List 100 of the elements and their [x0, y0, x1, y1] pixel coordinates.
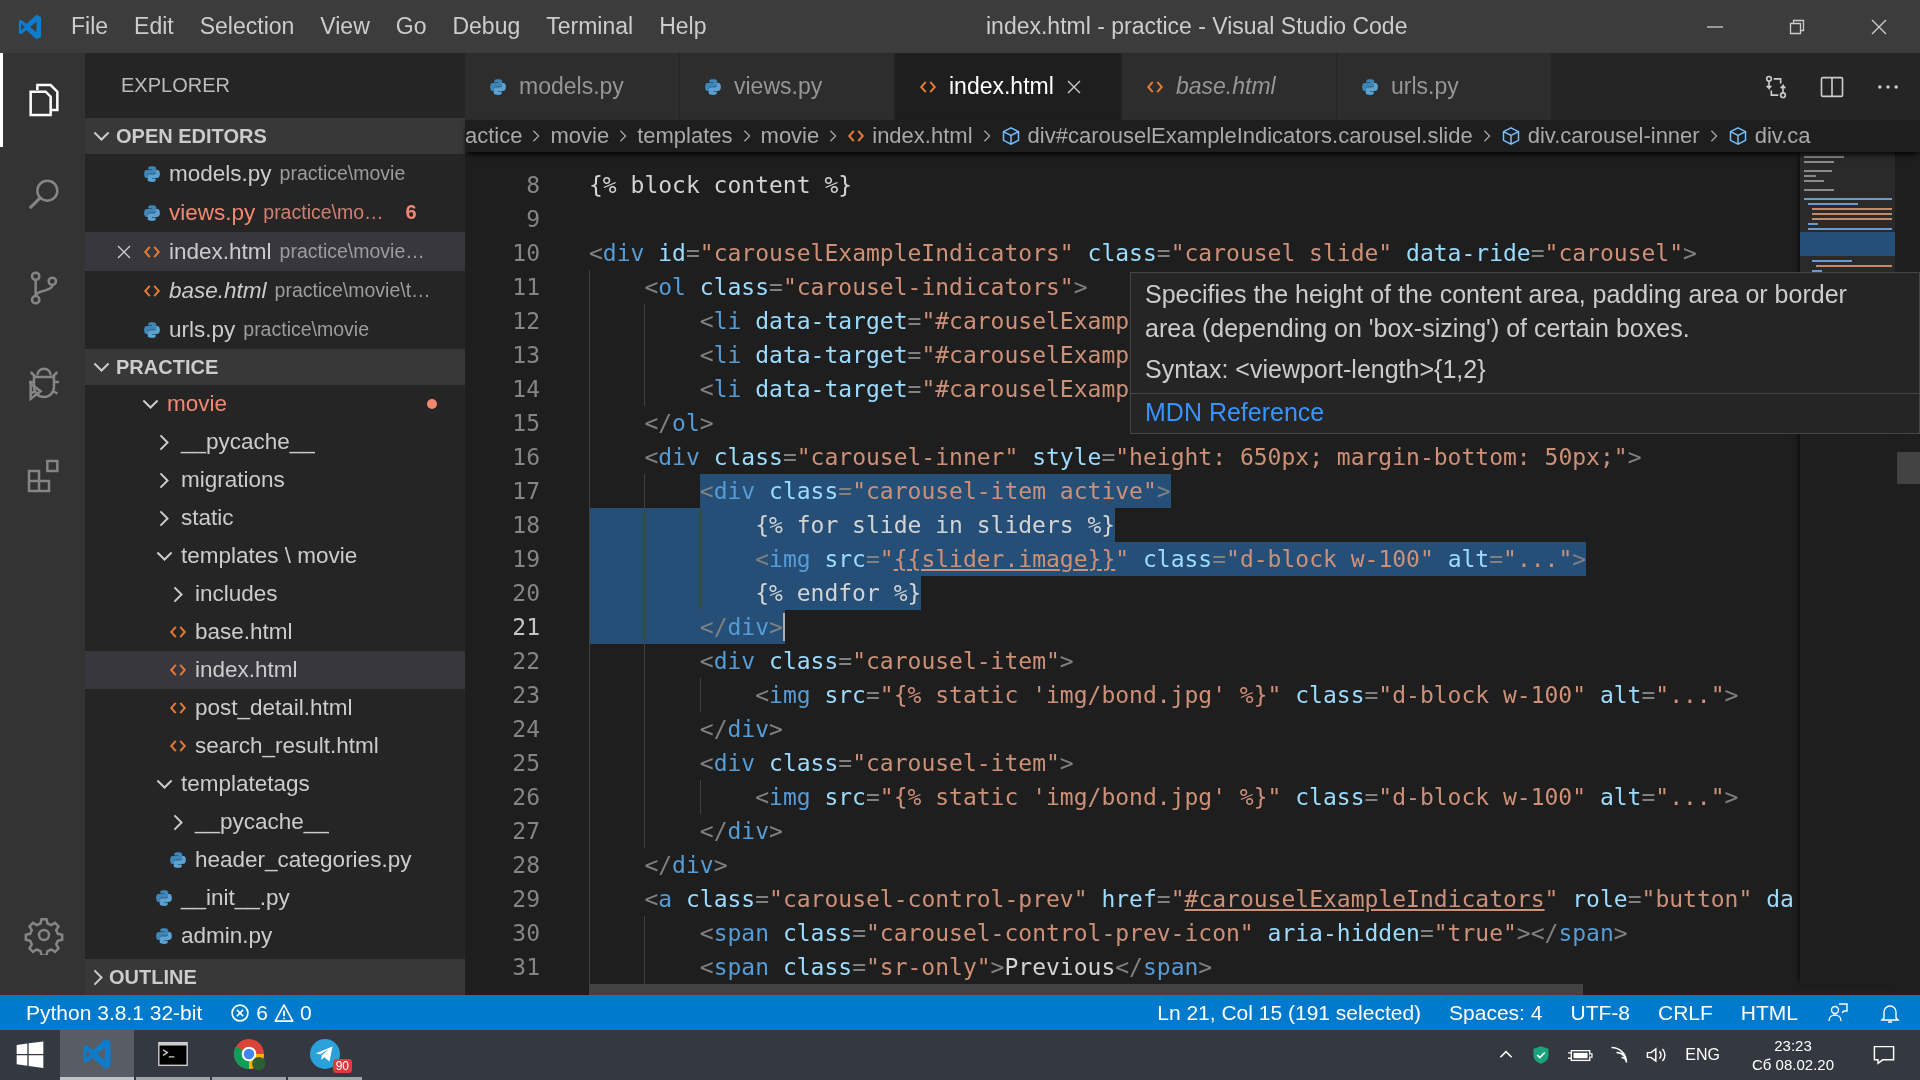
- file-path: practice\movie: [279, 162, 406, 185]
- shield-icon[interactable]: [1531, 1045, 1552, 1065]
- tree-item[interactable]: search_result.html: [85, 727, 465, 765]
- code-line: <li data-target="#carouselExamp: [699, 341, 1130, 370]
- tree-item[interactable]: __pycache__: [85, 803, 465, 841]
- line-number: 18: [511, 512, 540, 538]
- line-number: 27: [511, 818, 540, 844]
- breadcrumb-item[interactable]: div.carousel-inner: [1527, 123, 1700, 149]
- indentation-setting[interactable]: Spaces: 4: [1449, 1000, 1543, 1025]
- breadcrumb-item[interactable]: templates: [637, 123, 733, 149]
- encoding-setting[interactable]: UTF-8: [1570, 1000, 1630, 1025]
- code-line: </div>: [644, 851, 728, 880]
- file-path: practice\movie…: [279, 240, 425, 263]
- problem-dot: [427, 399, 437, 409]
- menu-item[interactable]: View: [307, 13, 383, 40]
- breadcrumb-item[interactable]: movie: [550, 123, 610, 149]
- code-line: </div>: [699, 817, 783, 846]
- close-icon[interactable]: [1065, 78, 1082, 95]
- line-number: 8: [525, 172, 540, 198]
- editor-tab[interactable]: index.html: [895, 53, 1122, 120]
- mdn-reference-link[interactable]: MDN Reference: [1145, 398, 1325, 426]
- line-number: 11: [511, 274, 540, 300]
- open-editor-item[interactable]: index.html practice\movie…: [85, 232, 465, 271]
- breadcrumb-item[interactable]: div#carouselExampleIndicators.carousel.slide: [1027, 123, 1473, 149]
- problems-indicator[interactable]: 6 0: [230, 1000, 312, 1025]
- breadcrumb-item[interactable]: index.html: [872, 123, 973, 149]
- section-header[interactable]: PRACTICE: [85, 349, 465, 385]
- menu-item[interactable]: Help: [646, 13, 720, 40]
- taskbar-app-button[interactable]: 90: [288, 1030, 362, 1080]
- close-icon[interactable]: [116, 243, 132, 260]
- cursor-position[interactable]: Ln 21, Col 15 (191 selected): [1157, 1000, 1422, 1025]
- python-interpreter[interactable]: Python 3.8.1 32-bit: [26, 1000, 203, 1025]
- line-number: 20: [511, 580, 540, 606]
- tree-item[interactable]: migrations: [85, 461, 465, 499]
- line-number: 23: [511, 682, 540, 708]
- code-line: <span class="sr-only">Previous</span>: [699, 953, 1213, 982]
- cube-icon: [1500, 126, 1521, 146]
- vscode-logo-icon: [16, 12, 44, 41]
- line-number: 17: [511, 478, 540, 504]
- scrollbar-thumb[interactable]: [1897, 452, 1920, 484]
- file-name: __init__.py: [181, 885, 290, 911]
- open-editor-item[interactable]: base.html practice\movie\t…: [85, 271, 465, 310]
- cube-icon: [1727, 126, 1748, 146]
- notifications-icon[interactable]: [1872, 1043, 1896, 1067]
- open-editor-item[interactable]: views.py practice\mo… 6: [85, 193, 465, 232]
- wifi-icon[interactable]: [1609, 1045, 1630, 1065]
- settings-icon: [24, 915, 64, 955]
- open-editor-item[interactable]: urls.py practice\movie: [85, 310, 465, 349]
- editor-tab[interactable]: urls.py: [1337, 53, 1552, 120]
- section-header[interactable]: OPEN EDITORS: [85, 118, 465, 154]
- file-name: base.html: [169, 277, 267, 304]
- tree-item[interactable]: movie: [85, 385, 465, 423]
- open-editor-item[interactable]: models.py practice\movie: [85, 154, 465, 193]
- tree-item[interactable]: header_categories.py: [85, 841, 465, 879]
- code-line: <li data-target="#carouselExamp: [699, 307, 1130, 336]
- file-name: templatetags: [181, 771, 310, 797]
- tree-item[interactable]: includes: [85, 575, 465, 613]
- windows-start-icon[interactable]: [14, 1039, 46, 1071]
- code-line: </div>: [699, 715, 783, 744]
- section-header[interactable]: OUTLINE: [85, 959, 465, 995]
- file-path: practice\movie\t…: [274, 279, 431, 302]
- menu-item[interactable]: File: [58, 13, 122, 40]
- menu-item[interactable]: Selection: [186, 13, 308, 40]
- editor-tab[interactable]: models.py: [465, 53, 680, 120]
- line-number: 21: [511, 614, 540, 640]
- line-number: 16: [511, 444, 540, 470]
- file-name: header_categories.py: [195, 847, 412, 873]
- tree-item[interactable]: index.html: [85, 651, 465, 689]
- menu-item[interactable]: Debug: [439, 13, 534, 40]
- line-ending-setting[interactable]: CRLF: [1658, 1000, 1713, 1025]
- tree-item[interactable]: post_detail.html: [85, 689, 465, 727]
- tree-item[interactable]: base.html: [85, 613, 465, 651]
- code-line: <span class="carousel-control-prev-icon" aria-hidden="true"></span>: [699, 919, 1628, 948]
- hover-syntax: Syntax: <viewport-length>{1,2}: [1145, 354, 1487, 385]
- menu-item[interactable]: Terminal: [533, 13, 647, 40]
- python-file-icon: [704, 77, 722, 96]
- input-language[interactable]: ENG: [1685, 1046, 1720, 1064]
- line-number: 28: [511, 852, 540, 878]
- menu-item[interactable]: Go: [382, 13, 440, 40]
- code-line: {% block content %}: [589, 171, 853, 200]
- tree-item[interactable]: admin.py: [85, 917, 465, 955]
- code-line: <li data-target="#carouselExamp: [699, 375, 1130, 404]
- language-mode[interactable]: HTML: [1740, 1000, 1798, 1025]
- breadcrumb-item[interactable]: actice: [465, 123, 523, 149]
- line-number: 31: [511, 954, 540, 980]
- tree-item[interactable]: templates \ movie: [85, 537, 465, 575]
- python-file-icon: [1361, 77, 1379, 96]
- tree-item[interactable]: static: [85, 499, 465, 537]
- breadcrumb-item[interactable]: div.ca: [1754, 123, 1811, 149]
- horizontal-scrollbar[interactable]: [589, 984, 1583, 995]
- breadcrumb-item[interactable]: movie: [760, 123, 820, 149]
- tree-item[interactable]: __init__.py: [85, 879, 465, 917]
- editor-tab[interactable]: base.html: [1122, 53, 1337, 120]
- menu-item[interactable]: Edit: [121, 13, 187, 40]
- tree-item[interactable]: templatetags: [85, 765, 465, 803]
- editor-tab[interactable]: views.py: [680, 53, 895, 120]
- python-file-icon: [143, 320, 161, 339]
- tree-item[interactable]: __pycache__: [85, 423, 465, 461]
- line-number: 29: [511, 886, 540, 912]
- clock[interactable]: 23:23 Сб 08.02.20: [1752, 1036, 1834, 1074]
